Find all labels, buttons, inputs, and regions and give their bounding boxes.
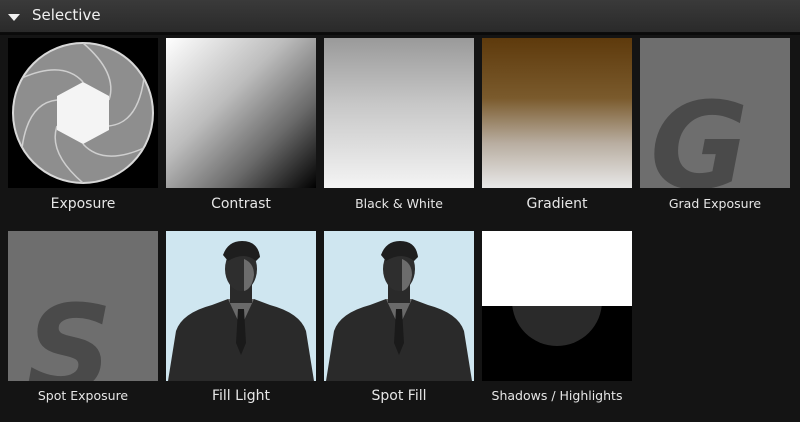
gradient-icon <box>482 38 632 188</box>
tool-label: Shadows / Highlights <box>491 388 623 403</box>
silhouette-icon <box>166 231 316 381</box>
letter-s-icon: S <box>8 231 158 381</box>
contrast-gradient-icon <box>166 38 316 188</box>
tool-label: Black & White <box>355 196 443 211</box>
tool-label: Spot Fill <box>371 388 427 404</box>
divider <box>0 33 800 35</box>
aperture-icon <box>8 38 158 188</box>
panel-title: Selective <box>32 6 101 24</box>
tool-label: Spot Exposure <box>37 388 129 403</box>
bw-gradient-icon <box>324 38 474 188</box>
tool-label: Contrast <box>211 196 271 212</box>
tile-letter: S <box>26 281 112 381</box>
letter-g-icon: G <box>640 38 790 188</box>
tool-label: Grad Exposure <box>668 196 762 211</box>
tool-label: Fill Light <box>211 388 271 404</box>
silhouette-icon <box>324 231 474 381</box>
shadows-highlights-icon <box>482 231 632 381</box>
triangle-down-icon[interactable] <box>6 9 22 25</box>
tool-label: Exposure <box>50 196 116 212</box>
tool-label: Gradient <box>526 196 588 212</box>
tile-letter: G <box>650 78 749 188</box>
panel-header[interactable]: Selective <box>0 0 800 33</box>
